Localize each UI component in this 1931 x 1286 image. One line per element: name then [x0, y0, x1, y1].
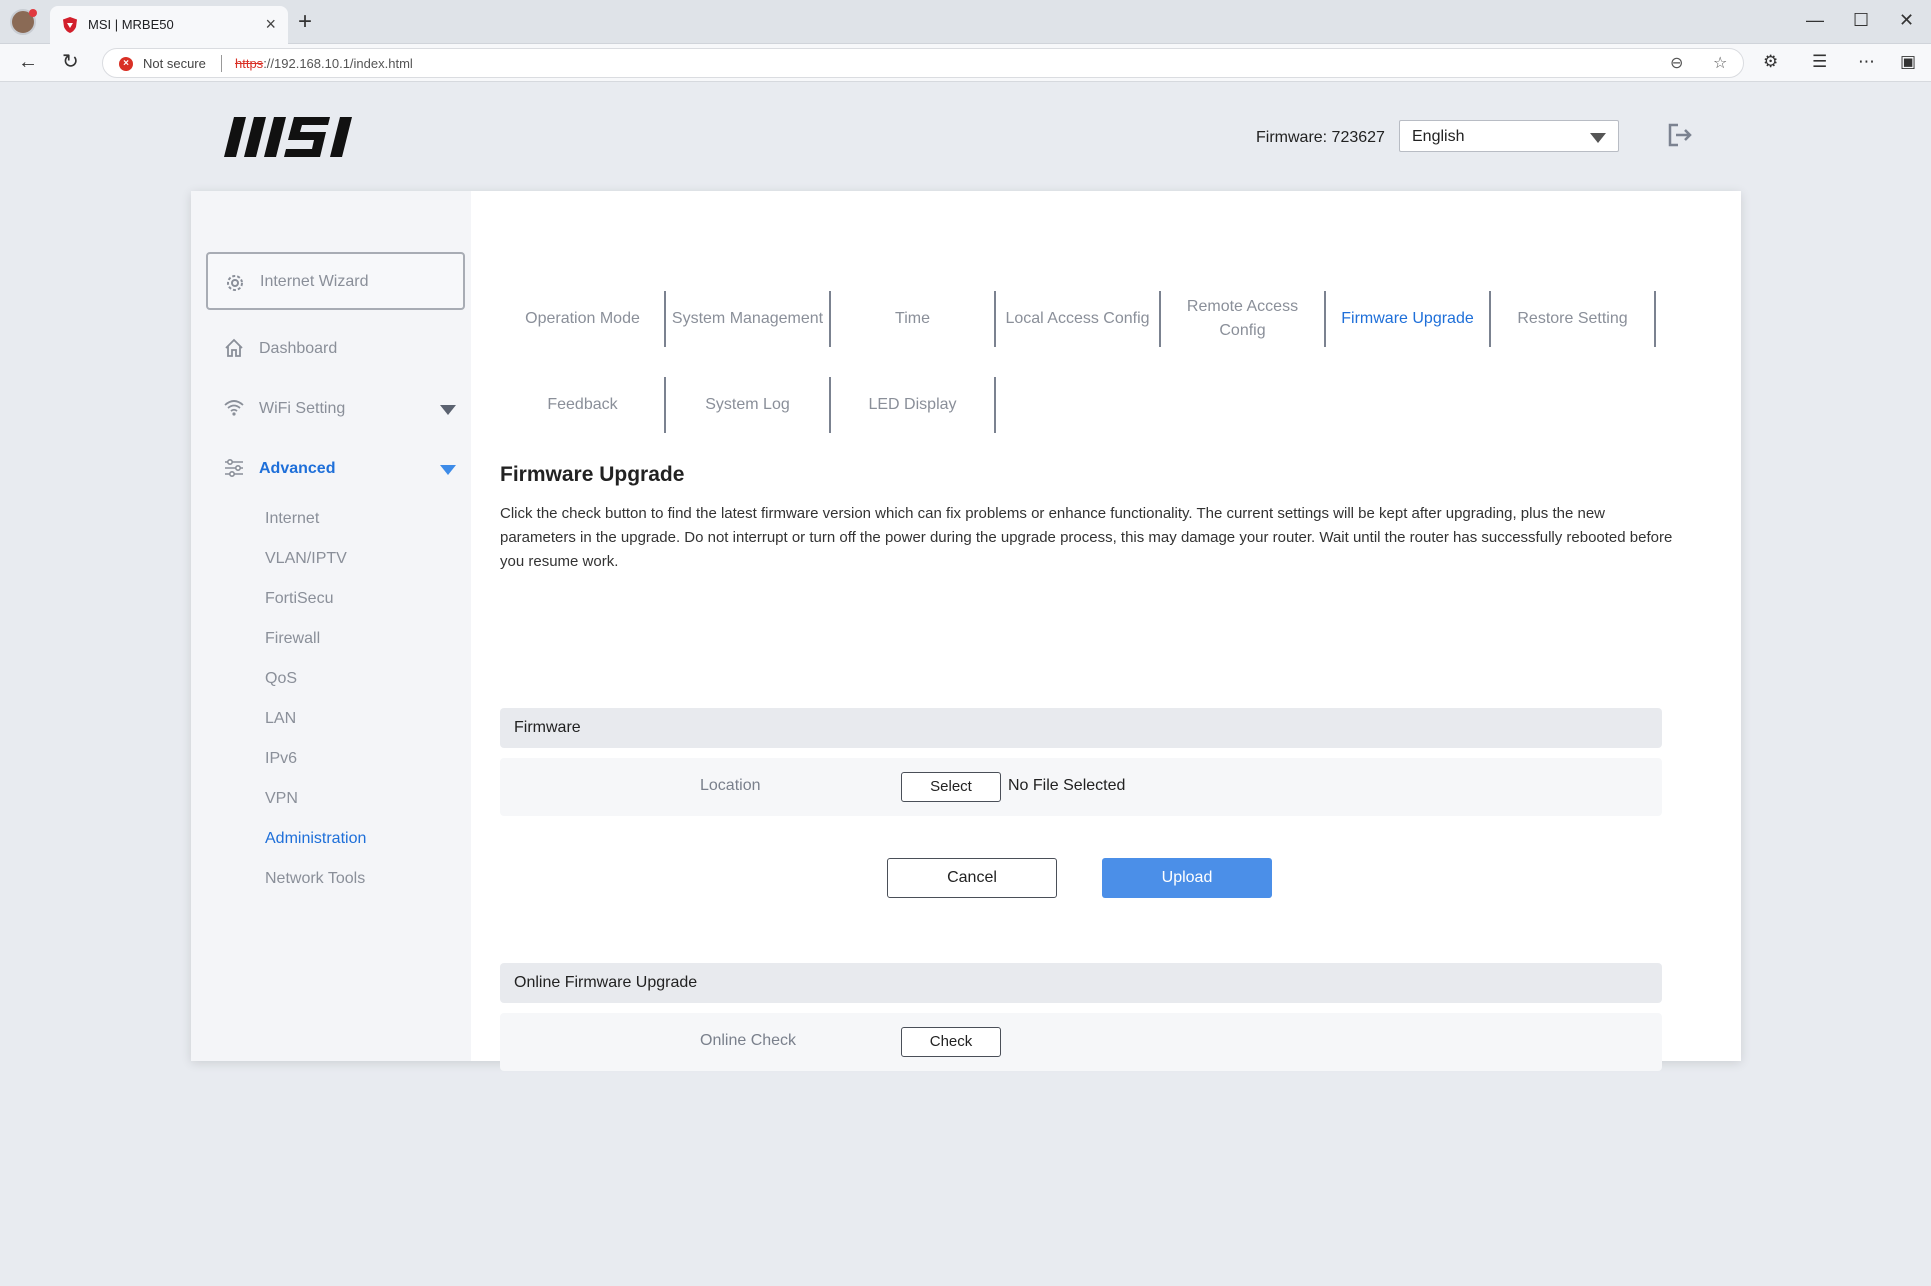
online-upgrade-section-header: Online Firmware Upgrade: [500, 963, 1662, 1003]
address-divider: [221, 55, 222, 72]
sidebar-item-wifi[interactable]: WiFi Setting: [191, 389, 471, 429]
msi-shield-icon: [63, 17, 77, 33]
sidebar-item-vpn[interactable]: VPN: [265, 790, 298, 808]
select-file-button[interactable]: Select: [901, 772, 1001, 802]
browser-toolbar: ← ↻ × Not secure https://192.168.10.1/in…: [0, 44, 1931, 82]
sidebar-item-lan[interactable]: LAN: [265, 710, 296, 728]
language-select[interactable]: English: [1399, 120, 1619, 152]
firmware-version: Firmware: 723627: [1256, 129, 1385, 146]
location-row: Location Select No File Selected: [500, 758, 1662, 816]
tab-operation-mode[interactable]: Operation Mode: [501, 291, 666, 347]
not-secure-label[interactable]: Not secure: [143, 56, 206, 71]
firmware-section-label: Firmware: [514, 719, 581, 736]
sidebar-item-network-tools[interactable]: Network Tools: [265, 870, 365, 888]
internet-wizard-label: Internet Wizard: [260, 273, 369, 290]
wifi-setting-label: WiFi Setting: [259, 400, 346, 417]
tab-system-management[interactable]: System Management: [666, 291, 831, 347]
more-menu-icon[interactable]: ⋯: [1858, 52, 1875, 72]
firmware-description: Click the check button to find the lates…: [500, 505, 1673, 570]
new-tab-button[interactable]: +: [298, 8, 312, 36]
minimize-button[interactable]: —: [1806, 8, 1824, 32]
main-card: Internet Wizard Dashboard WiFi Setting A…: [191, 191, 1741, 1071]
online-check-label: Online Check: [700, 1032, 797, 1049]
dashboard-label: Dashboard: [259, 340, 338, 357]
logout-icon[interactable]: [1666, 121, 1694, 149]
home-icon: [225, 338, 243, 357]
sidebar: Internet Wizard Dashboard WiFi Setting A…: [191, 191, 471, 1061]
tab-remote-access-config[interactable]: Remote Access Config: [1161, 291, 1326, 347]
location-label: Location: [700, 777, 761, 794]
sidebar-item-ipv6[interactable]: IPv6: [265, 750, 297, 768]
sidebar-item-administration[interactable]: Administration: [265, 830, 366, 848]
check-button[interactable]: Check: [901, 1027, 1001, 1057]
sidebar-item-vlan-iptv[interactable]: VLAN/IPTV: [265, 550, 347, 568]
firmware-section-header: Firmware: [500, 708, 1662, 748]
close-tab-icon[interactable]: ×: [265, 14, 276, 34]
favorites-icon[interactable]: ☰: [1812, 52, 1827, 72]
profile-avatar[interactable]: [10, 9, 37, 35]
language-value: English: [1412, 128, 1465, 145]
sliders-icon: [225, 458, 243, 478]
advanced-label: Advanced: [259, 460, 336, 477]
sidebar-toggle-icon[interactable]: ▣: [1900, 52, 1916, 72]
close-window-button[interactable]: ✕: [1899, 8, 1914, 32]
tab-local-access-config[interactable]: Local Access Config: [996, 291, 1161, 347]
extensions-icon[interactable]: ⚙: [1763, 52, 1778, 72]
url-rest: ://192.168.10.1/index.html: [263, 56, 413, 71]
wifi-icon: [224, 400, 244, 416]
browser-tab[interactable]: MSI | MRBE50 ×: [50, 6, 288, 44]
address-bar[interactable]: × Not secure https://192.168.10.1/index.…: [102, 48, 1744, 78]
sidebar-item-firewall[interactable]: Firewall: [265, 630, 320, 648]
cancel-button[interactable]: Cancel: [887, 858, 1057, 898]
tab-firmware-upgrade[interactable]: Firmware Upgrade: [1326, 291, 1491, 347]
chevron-down-icon[interactable]: [440, 465, 456, 475]
refresh-icon[interactable]: ↻: [62, 50, 79, 74]
not-secure-icon: ×: [119, 57, 133, 71]
tab-feedback[interactable]: Feedback: [501, 377, 666, 433]
tab-title: MSI | MRBE50: [88, 17, 174, 32]
maximize-button[interactable]: ☐: [1853, 8, 1869, 32]
sidebar-item-fortisecu[interactable]: FortiSecu: [265, 590, 333, 608]
sidebar-item-internet[interactable]: Internet: [265, 510, 319, 528]
chevron-down-icon[interactable]: [440, 405, 456, 415]
favorite-star-icon[interactable]: ☆: [1713, 53, 1727, 73]
tab-system-log[interactable]: System Log: [666, 377, 831, 433]
file-status: No File Selected: [1008, 777, 1126, 794]
chevron-down-icon: [1590, 133, 1606, 143]
upload-button[interactable]: Upload: [1102, 858, 1272, 898]
internet-wizard-button[interactable]: Internet Wizard: [206, 252, 465, 310]
msi-logo: [224, 117, 352, 157]
online-upgrade-section-label: Online Firmware Upgrade: [514, 974, 698, 991]
router-page: Firmware: 723627 English Internet Wizard…: [0, 83, 1931, 1286]
tab-time[interactable]: Time: [831, 291, 996, 347]
url-scheme: https: [235, 56, 264, 71]
reader-icon[interactable]: ⊖: [1670, 53, 1683, 73]
back-icon[interactable]: ←: [18, 50, 38, 74]
online-check-row: Online Check Check: [500, 1013, 1662, 1071]
sidebar-item-dashboard[interactable]: Dashboard: [191, 329, 471, 369]
browser-tabstrip: MSI | MRBE50 × + — ☐ ✕: [0, 0, 1931, 44]
tab-led-display[interactable]: LED Display: [831, 377, 996, 433]
sidebar-item-qos[interactable]: QoS: [265, 670, 297, 688]
page-title: Firmware Upgrade: [500, 463, 685, 486]
url-text[interactable]: https://192.168.10.1/index.html: [235, 56, 413, 71]
gear-icon: [227, 275, 243, 291]
tab-restore-setting[interactable]: Restore Setting: [1491, 291, 1656, 347]
sidebar-item-advanced[interactable]: Advanced: [191, 449, 471, 489]
